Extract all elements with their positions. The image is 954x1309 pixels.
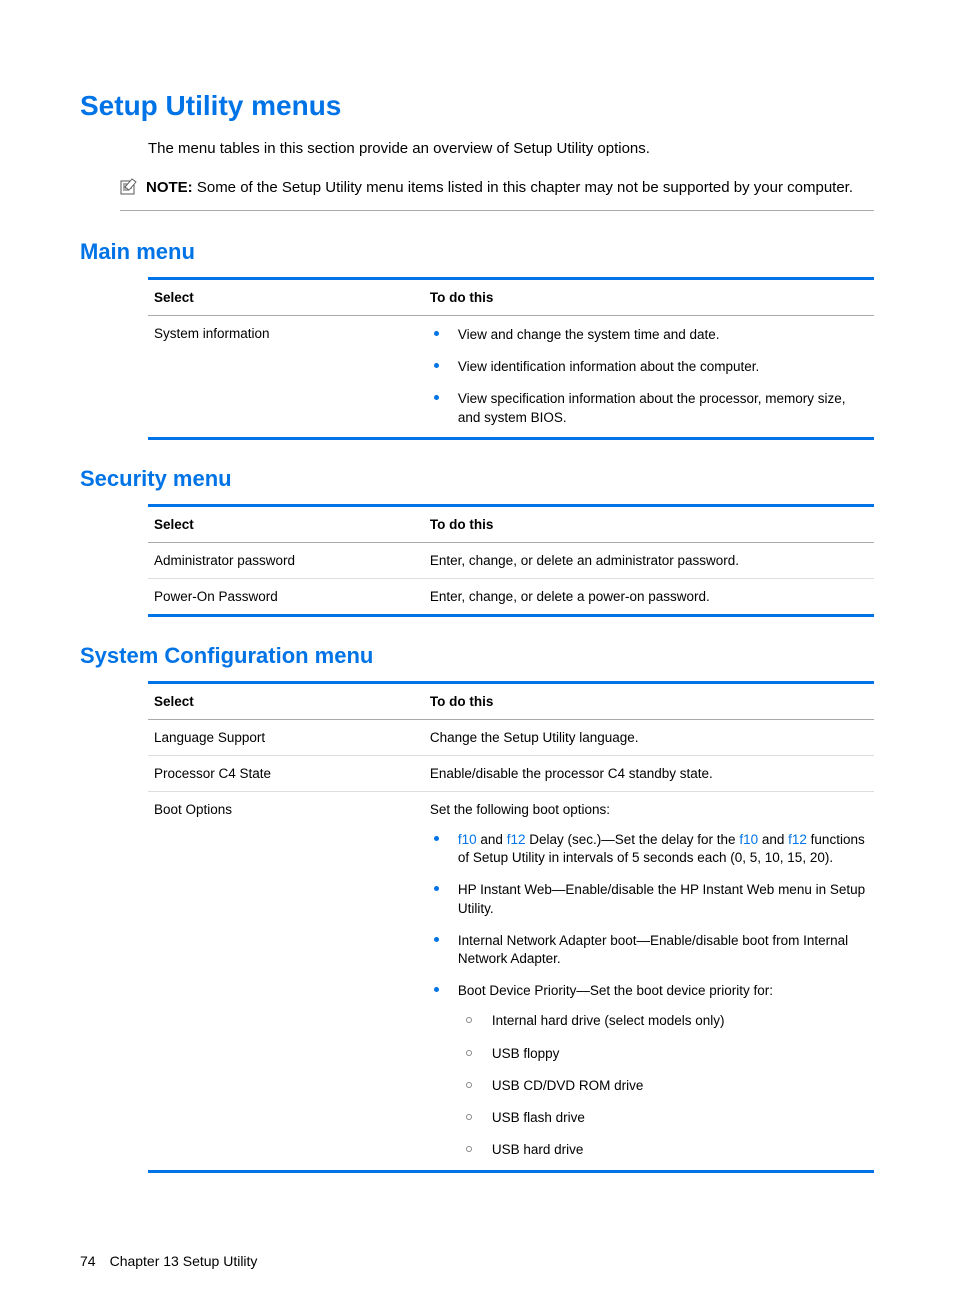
- table-row: Power-On Password Enter, change, or dele…: [148, 578, 874, 615]
- security-menu-table: Select To do this Administrator password…: [148, 504, 874, 617]
- list-item: Internal Network Adapter boot—Enable/dis…: [430, 932, 868, 982]
- key-f12: f12: [788, 832, 807, 847]
- list-item: Internal hard drive (select models only): [458, 1012, 868, 1044]
- note-icon: [120, 178, 138, 202]
- column-header-select: Select: [148, 682, 424, 719]
- list-item: USB CD/DVD ROM drive: [458, 1077, 868, 1109]
- key-f10: f10: [458, 832, 477, 847]
- sysconfig-menu-heading: System Configuration menu: [80, 643, 874, 669]
- note-box: NOTE: Some of the Setup Utility menu ite…: [120, 177, 874, 211]
- page-title: Setup Utility menus: [80, 90, 874, 122]
- table-row: Administrator password Enter, change, or…: [148, 542, 874, 578]
- cell-todo: View and change the system time and date…: [424, 316, 874, 439]
- column-header-select: Select: [148, 505, 424, 542]
- list-item: View identification information about th…: [430, 358, 868, 390]
- cell-select: Language Support: [148, 719, 424, 755]
- list-item: View specification information about the…: [430, 390, 868, 426]
- cell-todo: Enter, change, or delete a power-on pass…: [424, 578, 874, 615]
- page-number: 74: [80, 1253, 96, 1269]
- list-item: View and change the system time and date…: [430, 326, 868, 358]
- list-item: USB floppy: [458, 1045, 868, 1077]
- sysconfig-menu-table: Select To do this Language Support Chang…: [148, 681, 874, 1173]
- column-header-todo: To do this: [424, 682, 874, 719]
- list-item: Boot Device Priority—Set the boot device…: [430, 982, 868, 1159]
- note-text: Some of the Setup Utility menu items lis…: [197, 179, 853, 196]
- cell-select: Administrator password: [148, 542, 424, 578]
- list-item: USB hard drive: [458, 1141, 868, 1159]
- cell-select: Boot Options: [148, 791, 424, 1171]
- security-menu-heading: Security menu: [80, 466, 874, 492]
- cell-todo: Enable/disable the processor C4 standby …: [424, 755, 874, 791]
- table-row: Processor C4 State Enable/disable the pr…: [148, 755, 874, 791]
- list-item: USB flash drive: [458, 1109, 868, 1141]
- main-menu-table: Select To do this System information Vie…: [148, 277, 874, 440]
- cell-todo: Change the Setup Utility language.: [424, 719, 874, 755]
- key-f12: f12: [507, 832, 526, 847]
- key-f10: f10: [739, 832, 758, 847]
- column-header-todo: To do this: [424, 505, 874, 542]
- boot-options-lead: Set the following boot options:: [430, 802, 868, 817]
- cell-todo: Enter, change, or delete an administrato…: [424, 542, 874, 578]
- note-label: NOTE:: [146, 179, 193, 196]
- column-header-select: Select: [148, 279, 424, 316]
- cell-select: Processor C4 State: [148, 755, 424, 791]
- chapter-label: Chapter 13 Setup Utility: [110, 1253, 258, 1269]
- list-item: f10 and f12 Delay (sec.)—Set the delay f…: [430, 831, 868, 881]
- table-row: System information View and change the s…: [148, 316, 874, 439]
- intro-text: The menu tables in this section provide …: [148, 140, 874, 157]
- table-row: Boot Options Set the following boot opti…: [148, 791, 874, 1171]
- list-item: HP Instant Web—Enable/disable the HP Ins…: [430, 881, 868, 931]
- table-row: Language Support Change the Setup Utilit…: [148, 719, 874, 755]
- main-menu-heading: Main menu: [80, 239, 874, 265]
- column-header-todo: To do this: [424, 279, 874, 316]
- page-footer: 74 Chapter 13 Setup Utility: [80, 1253, 874, 1269]
- cell-select: Power-On Password: [148, 578, 424, 615]
- cell-todo: Set the following boot options: f10 and …: [424, 791, 874, 1171]
- cell-select: System information: [148, 316, 424, 439]
